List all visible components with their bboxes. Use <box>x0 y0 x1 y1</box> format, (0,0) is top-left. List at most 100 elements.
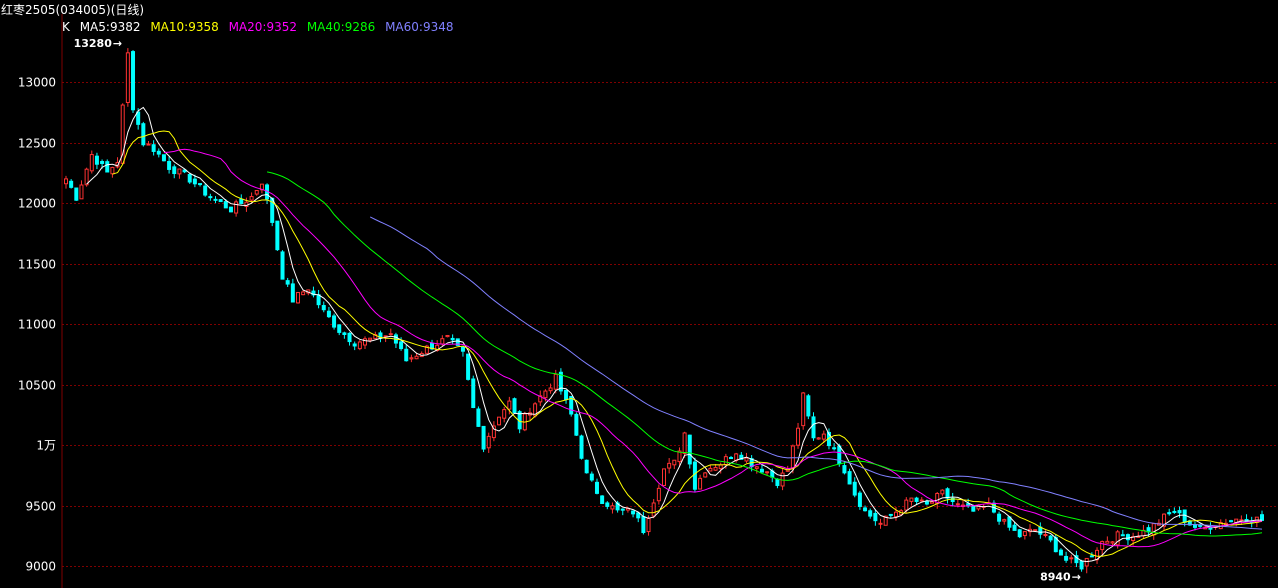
candle-down <box>172 166 177 175</box>
candle-down <box>187 174 192 183</box>
candle-up <box>919 499 924 502</box>
candle-up <box>254 190 259 195</box>
candle-down <box>326 310 331 318</box>
candle-down <box>924 501 929 505</box>
candle-down <box>347 332 352 343</box>
candle-up <box>543 390 548 399</box>
candle-up <box>940 489 945 495</box>
candle-up <box>502 409 507 419</box>
candle-down <box>316 294 321 306</box>
candle-down <box>1089 555 1094 558</box>
candle-down <box>156 150 161 155</box>
candle-down <box>476 408 481 427</box>
candle-up <box>698 477 703 490</box>
candle-up <box>790 445 795 469</box>
y-tick-label: 11000 <box>18 318 56 332</box>
candle-up <box>548 387 553 392</box>
candle-down <box>868 510 873 517</box>
candle-down <box>404 348 409 362</box>
candle-up <box>363 338 367 346</box>
candle-down <box>1125 534 1130 541</box>
candle-down <box>450 337 455 341</box>
candle-down <box>275 220 280 251</box>
candle-up <box>1043 534 1048 537</box>
candle-up <box>295 292 300 304</box>
candle-down <box>579 435 584 459</box>
candle-down <box>1012 524 1017 531</box>
candle-up <box>553 373 558 390</box>
candle-up <box>651 502 656 517</box>
extreme-arrow: → <box>1072 570 1081 583</box>
candle-down <box>997 513 1002 522</box>
candle-up <box>765 471 770 474</box>
candle-up <box>744 457 749 462</box>
candle-up <box>703 472 708 478</box>
candle-down <box>914 497 919 502</box>
candle-down <box>285 280 290 285</box>
candle-down <box>192 178 197 185</box>
candle-down <box>460 346 465 352</box>
candle-down <box>857 492 862 507</box>
candle-down <box>759 468 764 473</box>
candle-down <box>692 461 697 490</box>
candlestick-chart[interactable]: 9000 9500 1万 10500 11000 11500 12000 12500 13000… <box>0 0 1278 588</box>
candle-down <box>1079 560 1084 570</box>
candle-up <box>486 435 491 449</box>
candle-down <box>1048 535 1053 541</box>
candle-up <box>1002 519 1007 522</box>
candle-up <box>497 416 502 426</box>
candle-down <box>239 198 244 204</box>
candle-down <box>321 305 326 311</box>
y-tick-label: 9000 <box>25 560 56 574</box>
candle-down <box>69 180 74 188</box>
candle-down <box>481 425 486 450</box>
candle-up <box>1110 541 1115 544</box>
candle-down <box>218 199 223 203</box>
y-tick-label: 9500 <box>25 500 56 514</box>
candle-up <box>234 201 239 214</box>
y-tick-label: 12000 <box>18 197 56 211</box>
candle-up <box>1022 531 1027 537</box>
candle-down <box>971 505 976 512</box>
candle-up <box>754 466 759 469</box>
candle-down <box>842 465 847 474</box>
candle-up <box>893 511 898 518</box>
candle-down <box>141 123 146 146</box>
candle-down <box>564 389 569 400</box>
candle-up <box>930 501 935 504</box>
candle-up <box>249 196 254 201</box>
candle-down <box>584 459 589 474</box>
candle-down <box>1172 510 1177 513</box>
candle-down <box>631 510 636 515</box>
candle-down <box>863 507 868 512</box>
candle-down <box>228 206 233 213</box>
candle-down <box>600 495 605 504</box>
candle-up <box>667 462 672 469</box>
candle-down <box>620 508 625 511</box>
candle-down <box>131 51 136 111</box>
ma60-line <box>369 216 1263 530</box>
candle-up <box>1033 529 1038 532</box>
candle-up <box>409 357 414 360</box>
candle-up <box>718 464 723 470</box>
candle-up <box>878 522 883 525</box>
candle-down <box>1120 534 1125 537</box>
candle-up <box>682 432 687 454</box>
candle-up <box>1069 557 1074 560</box>
candle-up <box>301 291 306 296</box>
candle-down <box>1064 555 1069 561</box>
candle-up <box>909 497 914 502</box>
y-tick-label: 13000 <box>18 76 56 90</box>
candle-up <box>146 143 151 146</box>
candle-down <box>198 183 203 186</box>
candle-down <box>873 512 878 522</box>
candle-down <box>223 201 228 209</box>
candle-up <box>708 467 713 472</box>
candle-down <box>1167 512 1172 515</box>
candle-down <box>574 413 579 436</box>
candle-down <box>280 251 285 280</box>
candle-down <box>641 516 646 534</box>
candle-down <box>1017 529 1022 538</box>
candle-down <box>332 315 337 328</box>
candle-down <box>589 473 594 481</box>
